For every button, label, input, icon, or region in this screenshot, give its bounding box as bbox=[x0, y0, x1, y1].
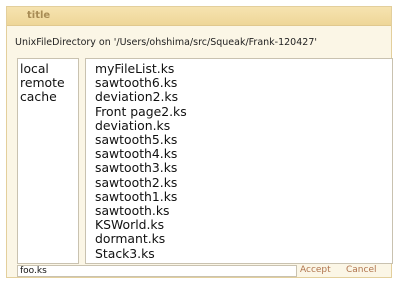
file-item[interactable]: sawtooth3.ks bbox=[95, 161, 392, 175]
file-item[interactable]: sawtooth4.ks bbox=[95, 147, 392, 161]
file-item[interactable]: KSWorld.ks bbox=[95, 218, 392, 232]
file-item[interactable]: sawtooth6.ks bbox=[95, 76, 392, 90]
file-item[interactable]: Front page2.ks bbox=[95, 104, 392, 119]
file-item[interactable]: dormant.ks bbox=[95, 232, 392, 246]
file-item[interactable]: sawtooth.ks bbox=[95, 203, 392, 218]
file-item[interactable]: sawtooth5.ks bbox=[95, 132, 392, 147]
filename-input[interactable] bbox=[17, 265, 297, 277]
file-item[interactable]: Stack3.ks bbox=[95, 246, 392, 261]
cancel-button[interactable]: Cancel bbox=[346, 264, 377, 277]
window-title: title bbox=[27, 10, 51, 21]
volume-item-local[interactable]: local bbox=[20, 62, 78, 76]
volume-list: local remote cache bbox=[17, 58, 79, 264]
file-item[interactable]: myFileList.ks bbox=[95, 61, 392, 76]
volume-item-cache[interactable]: cache bbox=[20, 90, 78, 104]
file-item[interactable]: deviation2.ks bbox=[95, 90, 392, 104]
file-dialog-window: title UnixFileDirectory on '/Users/ohshi… bbox=[6, 6, 393, 278]
file-item[interactable]: sawtooth2.ks bbox=[95, 175, 392, 190]
file-list: myFileList.ks sawtooth6.ks deviation2.ks… bbox=[85, 58, 393, 264]
volume-item-remote[interactable]: remote bbox=[20, 76, 78, 90]
file-item[interactable]: sawtooth1.ks bbox=[95, 189, 392, 204]
accept-button[interactable]: Accept bbox=[300, 264, 331, 277]
file-item[interactable]: deviation.ks bbox=[95, 118, 392, 133]
bottom-bar: Accept Cancel bbox=[7, 264, 391, 278]
directory-path-label: UnixFileDirectory on '/Users/ohshima/src… bbox=[15, 37, 317, 48]
title-bar[interactable]: title bbox=[7, 7, 391, 26]
